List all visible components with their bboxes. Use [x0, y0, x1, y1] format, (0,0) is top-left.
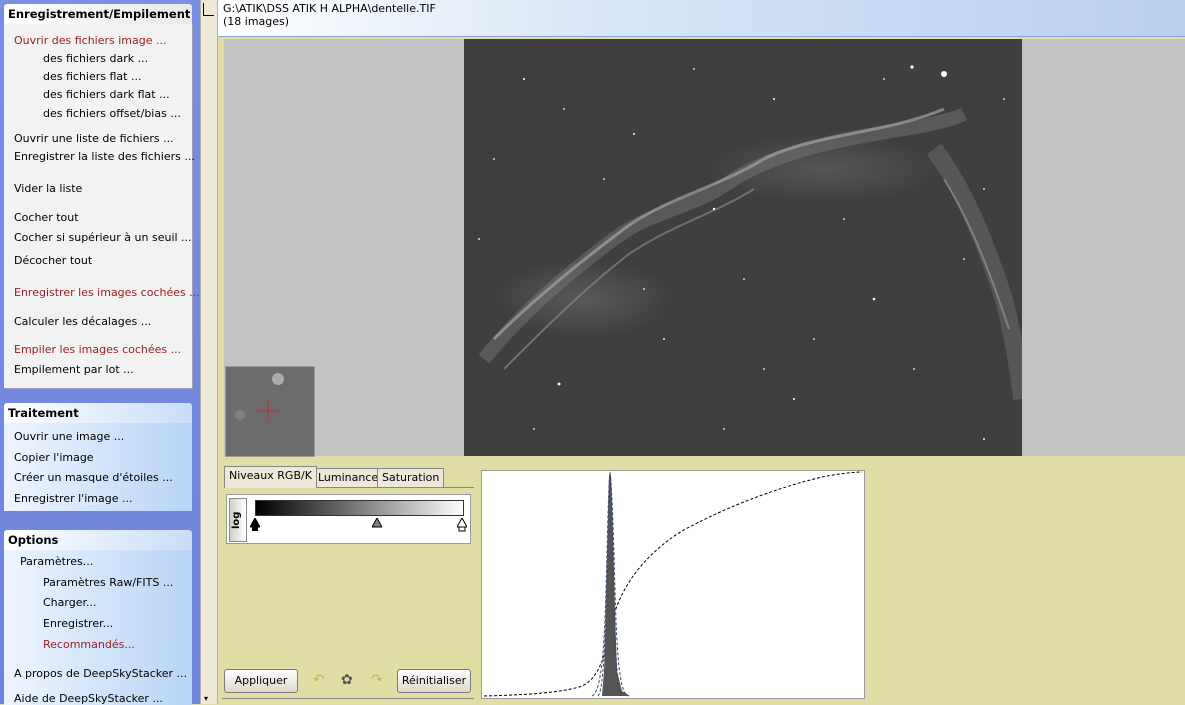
open-image-link[interactable]: Ouvrir une image ...	[14, 430, 124, 443]
astro-image[interactable]	[464, 39, 1022, 456]
open-dark-files-link[interactable]: des fichiers dark ...	[43, 52, 148, 65]
settings-icon[interactable]: ✿	[341, 673, 353, 687]
registration-panel: Enregistrement/Empilement Ouvrir des fic…	[4, 4, 200, 388]
raw-fits-settings-link[interactable]: Paramètres Raw/FITS ...	[43, 576, 173, 589]
black-point-slider[interactable]	[250, 518, 260, 532]
histogram	[481, 470, 865, 699]
registration-panel-title: Enregistrement/Empilement	[4, 4, 192, 24]
gradient-bar	[255, 500, 464, 516]
compute-offsets-link[interactable]: Calculer les décalages ...	[14, 315, 151, 328]
open-dark-flat-files-link[interactable]: des fichiers dark flat ...	[43, 88, 170, 101]
copy-image-link[interactable]: Copier l'image	[14, 451, 94, 464]
check-above-threshold-link[interactable]: Cocher si supérieur à un seuil ...	[14, 231, 192, 244]
clear-list-link[interactable]: Vider la liste	[14, 182, 82, 195]
star-thumbnail	[225, 366, 315, 457]
batch-stacking-link[interactable]: Empilement par lot ...	[14, 363, 134, 376]
pane-splitter[interactable]: ▾	[200, 0, 218, 704]
uncheck-all-link[interactable]: Décocher tout	[14, 254, 92, 267]
register-checked-link[interactable]: Enregistrer les images cochées ...	[14, 286, 200, 299]
redo-icon[interactable]: ↷	[371, 673, 383, 687]
tab-rgb-levels[interactable]: Niveaux RGB/K	[224, 466, 317, 488]
open-offset-bias-files-link[interactable]: des fichiers offset/bias ...	[43, 107, 181, 120]
tab-saturation[interactable]: Saturation	[377, 468, 445, 487]
apply-button[interactable]: Appliquer	[224, 669, 298, 693]
processing-panel: Traitement Ouvrir une image ... Copier l…	[4, 403, 192, 511]
options-panel-title: Options	[4, 530, 192, 550]
recommended-settings-link[interactable]: Recommandés...	[43, 638, 135, 651]
scroll-down-icon[interactable]: ▾	[204, 695, 208, 703]
open-file-list-link[interactable]: Ouvrir une liste de fichiers ...	[14, 132, 174, 145]
stack-checked-link[interactable]: Empiler les images cochées ...	[14, 343, 181, 356]
open-image-files-link[interactable]: Ouvrir des fichiers image ...	[14, 34, 167, 47]
processing-panel-title: Traitement	[4, 403, 192, 423]
task-pane: Enregistrement/Empilement Ouvrir des fic…	[0, 0, 200, 705]
tab-luminance[interactable]: Luminance	[313, 468, 384, 487]
bottom-divider	[222, 698, 474, 699]
image-count: (18 images)	[223, 15, 290, 28]
reset-button[interactable]: Réinitialiser	[397, 669, 471, 693]
options-panel: Options Paramètres... Paramètres Raw/FIT…	[4, 530, 192, 705]
white-point-slider[interactable]	[457, 518, 467, 532]
log-toggle[interactable]: log	[229, 498, 247, 542]
processing-panel-body: Ouvrir une image ... Copier l'image Crée…	[4, 423, 192, 511]
undo-icon[interactable]: ↶	[313, 673, 325, 687]
splitter-handle-icon	[203, 3, 214, 16]
about-link[interactable]: A propos de DeepSkyStacker ...	[14, 667, 187, 680]
create-star-mask-link[interactable]: Créer un masque d'étoiles ...	[14, 471, 173, 484]
registration-panel-body: Ouvrir des fichiers image ... des fichie…	[4, 24, 200, 388]
mid-point-slider[interactable]	[372, 518, 383, 528]
save-image-link[interactable]: Enregistrer l'image ...	[14, 492, 132, 505]
settings-link[interactable]: Paramètres...	[20, 555, 93, 568]
check-all-link[interactable]: Cocher tout	[14, 211, 79, 224]
open-flat-files-link[interactable]: des fichiers flat ...	[43, 70, 141, 83]
load-settings-link[interactable]: Charger...	[43, 596, 96, 609]
file-header: G:\ATIK\DSS ATIK H ALPHA\dentelle.TIF (1…	[218, 0, 1185, 37]
file-path: G:\ATIK\DSS ATIK H ALPHA\dentelle.TIF	[223, 2, 436, 15]
options-panel-body: Paramètres... Paramètres Raw/FITS ... Ch…	[4, 550, 192, 705]
save-settings-link[interactable]: Enregistrer...	[43, 617, 113, 630]
save-file-list-link[interactable]: Enregistrer la liste des fichiers ...	[14, 150, 195, 163]
levels-control: log	[226, 494, 471, 544]
help-link[interactable]: Aide de DeepSkyStacker ...	[14, 692, 163, 705]
image-viewer[interactable]	[224, 39, 1185, 457]
